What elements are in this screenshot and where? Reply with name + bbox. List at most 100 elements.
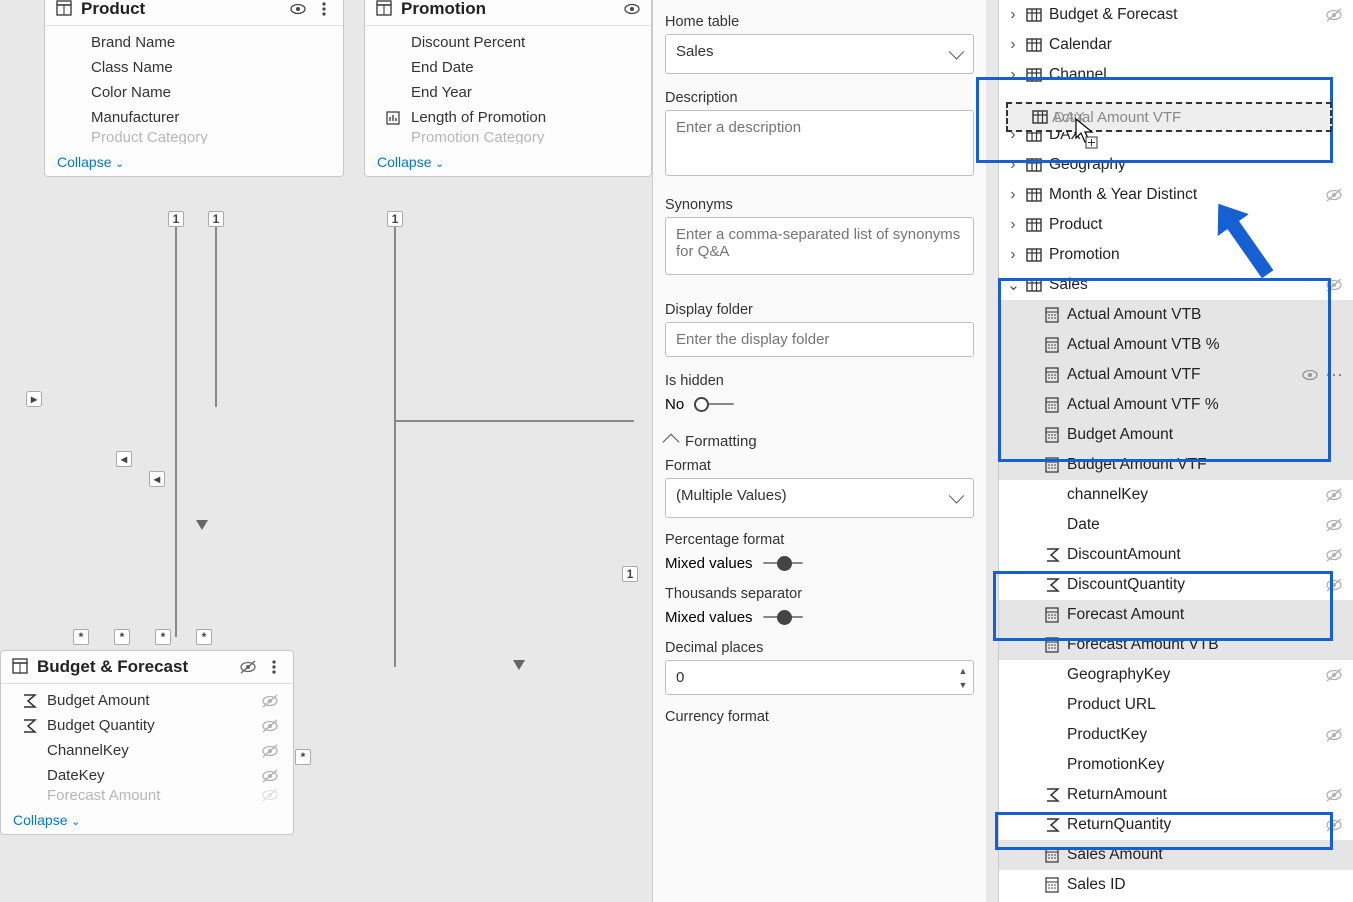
field-row[interactable]: Manufacturer xyxy=(45,105,343,130)
field-row[interactable]: Discount Percent xyxy=(365,30,651,55)
table-card-promotion[interactable]: Promotion Discount PercentEnd DateEnd Ye… xyxy=(364,0,652,177)
synonyms-input[interactable] xyxy=(665,217,974,275)
collapse-link[interactable]: Collapse ⌃ xyxy=(365,148,651,176)
fields-panel: ›Budget & Forecast›Calendar›Channel›DAX›… xyxy=(998,0,1353,902)
percentage-format-label: Percentage format xyxy=(665,532,974,548)
decimal-input[interactable] xyxy=(665,660,974,695)
display-folder-label: Display folder xyxy=(665,302,974,318)
format-label: Format xyxy=(665,458,974,474)
model-canvas[interactable]: Product Brand NameClass NameColor NameMa… xyxy=(0,0,650,902)
table-icon xyxy=(11,658,29,676)
collapse-link[interactable]: Collapse ⌃ xyxy=(45,148,343,176)
synonyms-label: Synonyms xyxy=(665,197,974,213)
thou-value: Mixed values xyxy=(665,609,753,626)
expand-handle[interactable]: ◂ xyxy=(116,451,132,467)
field-row[interactable]: Forecast Amount xyxy=(1,788,293,802)
table-node[interactable]: ›Calendar xyxy=(999,30,1353,60)
expand-handle[interactable]: ▸ xyxy=(26,391,42,407)
field-node[interactable]: Actual Amount VTB xyxy=(999,300,1353,330)
currency-label: Currency format xyxy=(665,709,974,725)
table-card-budget[interactable]: Budget & Forecast Budget AmountBudget Qu… xyxy=(0,650,294,835)
more-icon[interactable] xyxy=(265,659,283,675)
field-node[interactable]: Actual Amount VTB % xyxy=(999,330,1353,360)
field-row[interactable]: ChannelKey xyxy=(1,738,293,763)
field-node[interactable]: GeographyKey xyxy=(999,660,1353,690)
field-node[interactable]: Date xyxy=(999,510,1353,540)
table-node[interactable]: ›Promotion xyxy=(999,240,1353,270)
is-hidden-label: Is hidden xyxy=(665,373,974,389)
rel-line xyxy=(215,227,217,407)
table-node[interactable]: ⌄Sales xyxy=(999,270,1353,300)
field-row[interactable]: End Year xyxy=(365,80,651,105)
table-title: Promotion xyxy=(401,0,615,19)
field-row[interactable]: Length of Promotion xyxy=(365,105,651,130)
field-node[interactable]: Forecast Amount VTB xyxy=(999,630,1353,660)
table-node[interactable]: ›Month & Year Distinct xyxy=(999,180,1353,210)
field-node[interactable]: DiscountQuantity xyxy=(999,570,1353,600)
is-hidden-value: No xyxy=(665,396,684,413)
field-row[interactable]: DateKey xyxy=(1,763,293,788)
field-node[interactable]: Sales ID xyxy=(999,870,1353,900)
rel-end-many: * xyxy=(114,629,130,645)
more-icon[interactable] xyxy=(315,1,333,17)
stepper-up[interactable]: ▲ xyxy=(956,664,970,678)
field-row[interactable]: Product Category xyxy=(45,130,343,144)
rel-end-many: * xyxy=(295,749,311,765)
visibility-icon[interactable] xyxy=(623,1,641,17)
field-node[interactable]: ProductKey xyxy=(999,720,1353,750)
field-row[interactable]: Budget Quantity xyxy=(1,713,293,738)
rel-line xyxy=(394,420,634,422)
field-node[interactable]: Product URL xyxy=(999,690,1353,720)
field-node[interactable]: channelKey xyxy=(999,480,1353,510)
formatting-section-header[interactable]: Formatting xyxy=(665,433,974,450)
rel-arrow-icon xyxy=(513,660,525,670)
rel-end-one: 1 xyxy=(208,211,224,227)
format-select[interactable]: (Multiple Values) xyxy=(665,478,974,518)
table-card-product[interactable]: Product Brand NameClass NameColor NameMa… xyxy=(44,0,344,177)
field-row[interactable]: End Date xyxy=(365,55,651,80)
rel-line xyxy=(175,227,177,637)
table-icon xyxy=(375,0,393,18)
field-row[interactable]: Promotion Category xyxy=(365,130,651,144)
chevron-up-icon xyxy=(663,433,680,450)
table-title: Product xyxy=(81,0,281,19)
home-table-select[interactable]: Sales xyxy=(665,34,974,74)
is-hidden-toggle[interactable] xyxy=(694,395,734,413)
decimal-label: Decimal places xyxy=(665,640,974,656)
field-node[interactable]: ReturnQuantity xyxy=(999,810,1353,840)
hidden-icon[interactable] xyxy=(239,659,257,675)
table-node[interactable]: ›Channel xyxy=(999,60,1353,90)
field-node[interactable]: Sales Amount xyxy=(999,840,1353,870)
field-row[interactable]: Brand Name xyxy=(45,30,343,55)
field-node[interactable]: ReturnAmount xyxy=(999,780,1353,810)
display-folder-input[interactable] xyxy=(665,322,974,357)
rel-end-one: 1 xyxy=(168,211,184,227)
table-node[interactable]: ›Product xyxy=(999,210,1353,240)
field-row[interactable]: Class Name xyxy=(45,55,343,80)
percentage-toggle[interactable] xyxy=(763,554,803,572)
table-node[interactable]: ›Budget & Forecast xyxy=(999,0,1353,30)
rel-end-one: 1 xyxy=(622,566,638,582)
field-node[interactable]: Budget Amount VTF xyxy=(999,450,1353,480)
field-node[interactable]: Forecast Amount xyxy=(999,600,1353,630)
field-row[interactable]: Color Name xyxy=(45,80,343,105)
field-node[interactable]: DiscountAmount xyxy=(999,540,1353,570)
field-row[interactable]: Budget Amount xyxy=(1,688,293,713)
thousands-toggle[interactable] xyxy=(763,608,803,626)
home-table-label: Home table xyxy=(665,14,974,30)
field-node[interactable]: Actual Amount VTF % xyxy=(999,390,1353,420)
drag-ghost: DAX Actual Amount VTF xyxy=(1006,102,1332,132)
table-title: Budget & Forecast xyxy=(37,657,231,677)
rel-end-many: * xyxy=(73,629,89,645)
field-node[interactable]: Budget Amount xyxy=(999,420,1353,450)
stepper-down[interactable]: ▼ xyxy=(956,678,970,692)
properties-panel: Home table Sales Description Synonyms Di… xyxy=(652,0,986,902)
description-input[interactable] xyxy=(665,110,974,176)
collapse-link[interactable]: Collapse ⌃ xyxy=(1,806,293,834)
rel-arrow-icon xyxy=(196,520,208,530)
field-node[interactable]: PromotionKey xyxy=(999,750,1353,780)
field-node[interactable]: Actual Amount VTF⋯ xyxy=(999,360,1353,390)
expand-handle[interactable]: ◂ xyxy=(149,471,165,487)
table-node[interactable]: ›Geography xyxy=(999,150,1353,180)
visibility-icon[interactable] xyxy=(289,1,307,17)
